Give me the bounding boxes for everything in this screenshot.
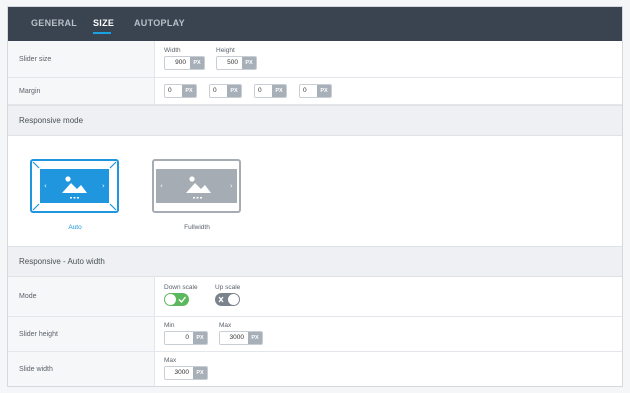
- svg-text:‹: ‹: [160, 182, 163, 190]
- mode-option-fullwidth[interactable]: ‹ ›: [152, 159, 241, 213]
- width-max-caption: Max: [164, 357, 177, 364]
- height-max-caption: Max: [219, 322, 232, 329]
- svg-text:‹: ‹: [44, 182, 47, 190]
- margin-top-input[interactable]: 0 PX: [164, 84, 197, 98]
- width-caption: Width: [164, 47, 181, 54]
- margin-row: Margin 0 PX 0 PX 0 PX 0 PX: [8, 78, 622, 105]
- responsive-mode-options: ‹ › Auto ‹ › Fullwidth: [8, 136, 622, 246]
- auto-mode-icon: ‹ ›: [30, 159, 119, 213]
- tab-bar: GENERAL SIZE AUTOPLAY: [8, 7, 622, 41]
- margin-left-input[interactable]: 0 PX: [299, 84, 332, 98]
- auto-width-title: Responsive - Auto width: [19, 257, 105, 266]
- slider-height-label: Slider height: [19, 331, 58, 338]
- down-scale-toggle[interactable]: [164, 293, 189, 306]
- slider-size-row: Slider size Width 900 PX Height 500 PX: [8, 41, 622, 78]
- svg-text:›: ›: [230, 182, 233, 190]
- up-scale-caption: Up scale: [215, 284, 241, 291]
- fullwidth-mode-icon: ‹ ›: [152, 159, 241, 213]
- auto-width-header: Responsive - Auto width: [8, 246, 622, 277]
- width-max-input[interactable]: 3000 PX: [164, 366, 208, 380]
- responsive-mode-title: Responsive mode: [19, 116, 84, 125]
- slide-width-label: Slide width: [19, 366, 53, 373]
- settings-panel: GENERAL SIZE AUTOPLAY Slider size Width …: [7, 6, 623, 387]
- tab-general[interactable]: GENERAL: [31, 18, 77, 28]
- mode-row: Mode Down scale Up scale: [8, 277, 622, 317]
- mode-option-auto[interactable]: ‹ ›: [30, 159, 119, 213]
- svg-text:›: ›: [102, 182, 105, 190]
- up-scale-toggle[interactable]: [215, 293, 240, 306]
- down-scale-caption: Down scale: [164, 284, 198, 291]
- mode-label: Mode: [19, 293, 37, 300]
- responsive-mode-header: Responsive mode: [8, 105, 622, 136]
- slider-height-row: Slider height Min 0 PX Max 3000 PX: [8, 317, 622, 352]
- slider-size-label: Slider size: [19, 56, 52, 63]
- slide-width-row: Slide width Max 3000 PX: [8, 352, 622, 386]
- height-min-input[interactable]: 0 PX: [164, 331, 208, 345]
- mode-option-auto-label: Auto: [68, 224, 82, 231]
- height-max-input[interactable]: 3000 PX: [219, 331, 263, 345]
- tab-autoplay[interactable]: AUTOPLAY: [134, 18, 185, 28]
- height-min-caption: Min: [164, 322, 175, 329]
- tab-size[interactable]: SIZE: [93, 18, 114, 28]
- mode-option-fullwidth-label: Fullwidth: [184, 224, 210, 231]
- height-caption: Height: [216, 47, 235, 54]
- height-input[interactable]: 500 PX: [216, 56, 257, 70]
- margin-bottom-input[interactable]: 0 PX: [254, 84, 287, 98]
- width-input[interactable]: 900 PX: [164, 56, 205, 70]
- margin-label: Margin: [19, 88, 41, 95]
- active-tab-indicator: [93, 32, 111, 34]
- margin-right-input[interactable]: 0 PX: [209, 84, 242, 98]
